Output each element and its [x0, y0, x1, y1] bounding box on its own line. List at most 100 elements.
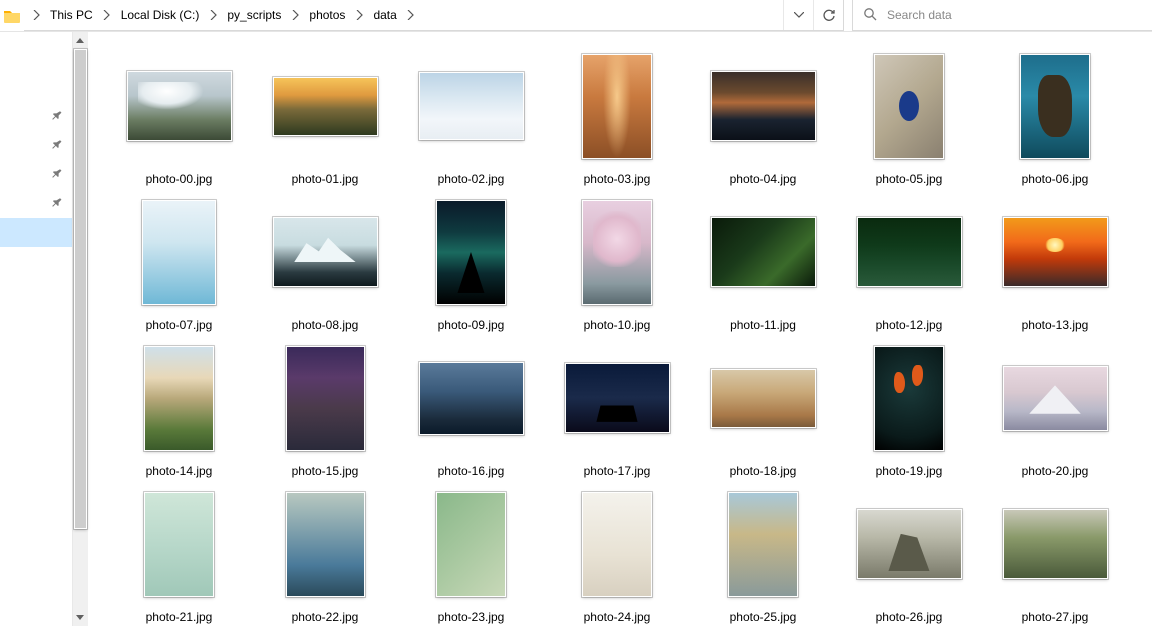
search-icon: [863, 7, 877, 24]
breadcrumb-chevron-icon[interactable]: [205, 0, 221, 30]
nav-scrollbar[interactable]: [72, 32, 88, 626]
thumbnail-container: [690, 484, 836, 604]
nav-quick-access-item[interactable]: [0, 160, 72, 189]
breadcrumb-segment[interactable]: photos: [303, 0, 351, 30]
file-item[interactable]: photo-19.jpg: [836, 338, 982, 484]
thumbnail-image: [711, 71, 816, 141]
file-item[interactable]: photo-01.jpg: [252, 46, 398, 192]
file-item[interactable]: photo-20.jpg: [982, 338, 1128, 484]
file-label: photo-20.jpg: [1022, 464, 1089, 478]
file-item[interactable]: photo-03.jpg: [544, 46, 690, 192]
file-label: photo-23.jpg: [438, 610, 505, 624]
file-label: photo-12.jpg: [876, 318, 943, 332]
thumbnail-image: [1003, 366, 1108, 431]
thumbnail-image: [144, 346, 214, 451]
file-label: photo-26.jpg: [876, 610, 943, 624]
thumbnail-container: [690, 338, 836, 458]
thumbnail-image: [874, 346, 944, 451]
file-item[interactable]: photo-12.jpg: [836, 192, 982, 338]
file-label: photo-18.jpg: [730, 464, 797, 478]
breadcrumb-segment[interactable]: This PC: [44, 0, 99, 30]
nav-quick-access-item[interactable]: [0, 102, 72, 131]
scroll-up-button[interactable]: [73, 32, 88, 49]
scroll-thumb[interactable]: [74, 49, 87, 529]
file-item[interactable]: photo-15.jpg: [252, 338, 398, 484]
search-box[interactable]: [852, 0, 1152, 31]
thumbnail-image: [273, 77, 378, 136]
thumbnail-container: [836, 484, 982, 604]
thumbnail-container: [106, 484, 252, 604]
thumbnail-container: [982, 192, 1128, 312]
file-item[interactable]: photo-14.jpg: [106, 338, 252, 484]
file-item[interactable]: photo-02.jpg: [398, 46, 544, 192]
file-label: photo-09.jpg: [438, 318, 505, 332]
file-label: photo-19.jpg: [876, 464, 943, 478]
address-bar[interactable]: This PC Local Disk (C:) py_scripts photos da…: [24, 0, 844, 31]
thumbnail-container: [106, 338, 252, 458]
thumbnail-image: [436, 492, 506, 597]
file-item[interactable]: photo-23.jpg: [398, 484, 544, 626]
thumbnail-container: [690, 46, 836, 166]
thumbnail-image: [582, 200, 652, 305]
file-label: photo-13.jpg: [1022, 318, 1089, 332]
thumbnail-image: [142, 200, 216, 305]
refresh-button[interactable]: [813, 0, 843, 30]
file-item[interactable]: photo-25.jpg: [690, 484, 836, 626]
breadcrumb-chevron-icon[interactable]: [287, 0, 303, 30]
file-view[interactable]: photo-00.jpg photo-01.jpg photo-02.jpg phot…: [88, 32, 1152, 626]
file-label: photo-21.jpg: [146, 610, 213, 624]
history-dropdown[interactable]: [783, 0, 813, 30]
breadcrumb-chevron-icon[interactable]: [351, 0, 367, 30]
file-label: photo-15.jpg: [292, 464, 359, 478]
file-item[interactable]: photo-10.jpg: [544, 192, 690, 338]
file-label: photo-11.jpg: [730, 318, 796, 332]
file-item[interactable]: photo-27.jpg: [982, 484, 1128, 626]
thumbnail-container: [690, 192, 836, 312]
nav-quick-access-item[interactable]: [0, 189, 72, 218]
file-item[interactable]: photo-18.jpg: [690, 338, 836, 484]
breadcrumb-root-chevron-icon[interactable]: [28, 0, 44, 30]
file-item[interactable]: photo-13.jpg: [982, 192, 1128, 338]
file-label: photo-08.jpg: [292, 318, 359, 332]
thumbnail-image: [1003, 509, 1108, 579]
breadcrumb-segment[interactable]: py_scripts: [221, 0, 287, 30]
file-item[interactable]: photo-05.jpg: [836, 46, 982, 192]
file-item[interactable]: photo-24.jpg: [544, 484, 690, 626]
file-item[interactable]: photo-00.jpg: [106, 46, 252, 192]
file-item[interactable]: photo-09.jpg: [398, 192, 544, 338]
file-label: photo-02.jpg: [438, 172, 505, 186]
file-item[interactable]: photo-04.jpg: [690, 46, 836, 192]
breadcrumb-chevron-icon[interactable]: [403, 0, 419, 30]
thumbnail-container: [544, 338, 690, 458]
thumbnail-container: [252, 46, 398, 166]
thumbnail-container: [398, 484, 544, 604]
thumbnail-image: [857, 217, 962, 287]
file-item[interactable]: photo-07.jpg: [106, 192, 252, 338]
file-item[interactable]: photo-06.jpg: [982, 46, 1128, 192]
file-item[interactable]: photo-22.jpg: [252, 484, 398, 626]
file-label: photo-17.jpg: [584, 464, 651, 478]
thumbnail-image: [144, 492, 214, 597]
file-item[interactable]: photo-26.jpg: [836, 484, 982, 626]
breadcrumb-segment[interactable]: Local Disk (C:): [115, 0, 206, 30]
thumbnail-image: [711, 217, 816, 287]
thumbnail-image: [436, 200, 506, 305]
breadcrumb-segment[interactable]: data: [367, 0, 402, 30]
file-item[interactable]: photo-21.jpg: [106, 484, 252, 626]
scroll-down-button[interactable]: [73, 609, 88, 626]
nav-quick-access-item[interactable]: [0, 131, 72, 160]
nav-quick-access-item[interactable]: [0, 218, 72, 247]
thumbnail-container: [544, 484, 690, 604]
file-label: photo-04.jpg: [730, 172, 797, 186]
file-label: photo-03.jpg: [584, 172, 651, 186]
thumbnail-image: [419, 72, 524, 140]
file-label: photo-01.jpg: [292, 172, 359, 186]
file-item[interactable]: photo-11.jpg: [690, 192, 836, 338]
breadcrumb-chevron-icon[interactable]: [99, 0, 115, 30]
file-item[interactable]: photo-08.jpg: [252, 192, 398, 338]
thumbnail-image: [565, 363, 670, 433]
file-item[interactable]: photo-16.jpg: [398, 338, 544, 484]
search-input[interactable]: [887, 8, 1152, 22]
file-item[interactable]: photo-17.jpg: [544, 338, 690, 484]
thumbnail-image: [728, 492, 798, 597]
